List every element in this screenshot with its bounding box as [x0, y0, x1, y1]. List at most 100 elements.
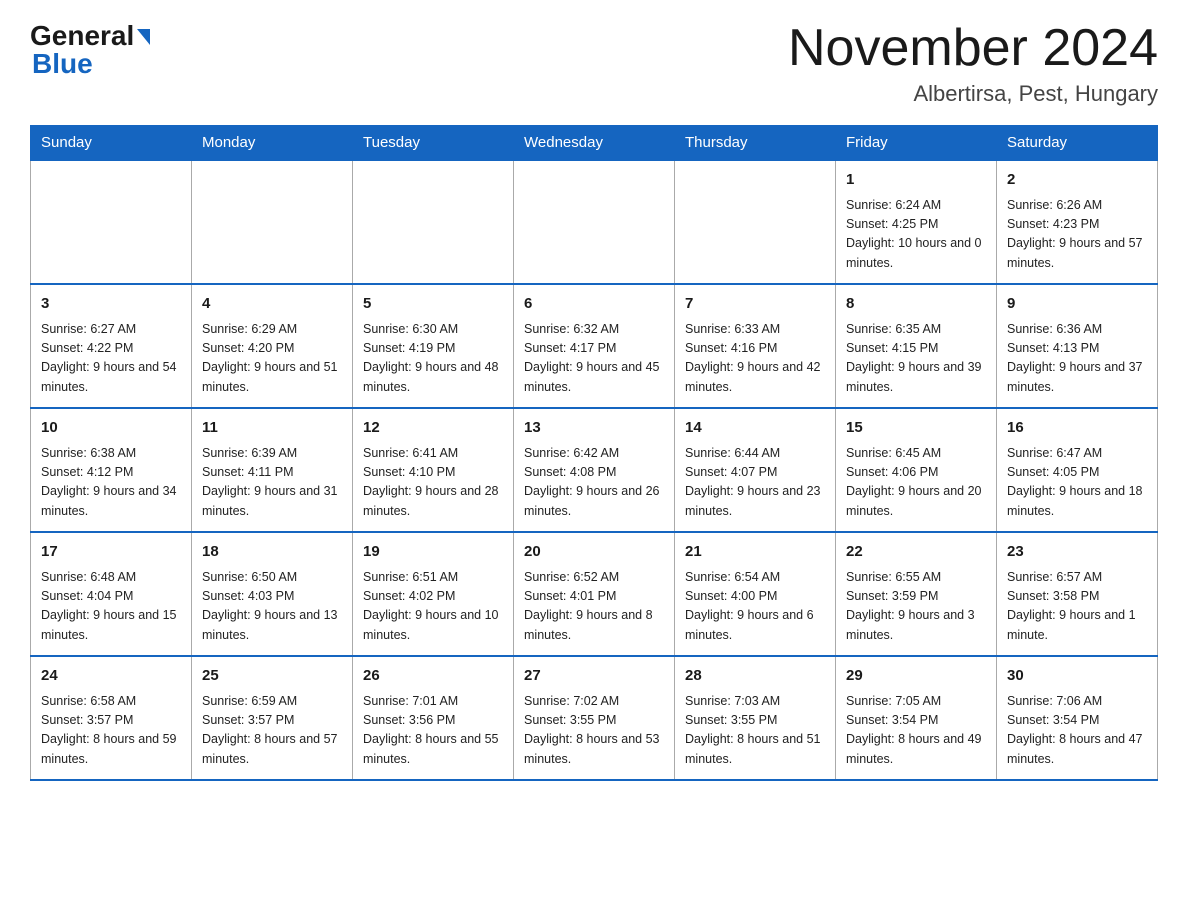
col-tuesday: Tuesday	[353, 126, 514, 161]
logo-blue-text: Blue	[30, 48, 93, 80]
day-number: 17	[41, 541, 181, 564]
calendar-cell: 14Sunrise: 6:44 AMSunset: 4:07 PMDayligh…	[675, 408, 836, 532]
col-saturday: Saturday	[997, 126, 1158, 161]
day-info: Sunrise: 6:42 AMSunset: 4:08 PMDaylight:…	[524, 444, 664, 522]
month-title: November 2024	[788, 20, 1158, 77]
calendar-cell: 29 Sunrise: 7:05 AMSunset: 3:54 PMDayligh…	[836, 656, 997, 780]
calendar-cell: 21 Sunrise: 6:54 AMSunset: 4:00 PMDayligh…	[675, 532, 836, 656]
day-info: Sunrise: 6:29 AMSunset: 4:20 PMDaylight:…	[202, 320, 342, 398]
calendar-cell	[192, 160, 353, 284]
day-info: Sunrise: 6:41 AMSunset: 4:10 PMDaylight:…	[363, 444, 503, 522]
col-thursday: Thursday	[675, 126, 836, 161]
day-info: Sunrise: 6:58 AMSunset: 3:57 PMDaylight:…	[41, 692, 181, 770]
day-number: 3	[41, 293, 181, 316]
day-info: Sunrise: 6:48 AMSunset: 4:04 PMDaylight:…	[41, 568, 181, 646]
col-friday: Friday	[836, 126, 997, 161]
col-sunday: Sunday	[31, 126, 192, 161]
day-number: 10	[41, 417, 181, 440]
day-number: 9	[1007, 293, 1147, 316]
day-info: Sunrise: 6:47 AMSunset: 4:05 PMDaylight:…	[1007, 444, 1147, 522]
day-number: 8	[846, 293, 986, 316]
day-info: Sunrise: 6:51 AMSunset: 4:02 PMDaylight:…	[363, 568, 503, 646]
day-info: Sunrise: 7:01 AMSunset: 3:56 PMDaylight:…	[363, 692, 503, 770]
calendar-cell: 20 Sunrise: 6:52 AMSunset: 4:01 PMDayligh…	[514, 532, 675, 656]
logo-arrow-icon	[137, 29, 150, 45]
day-number: 24	[41, 665, 181, 688]
day-info: Sunrise: 6:55 AMSunset: 3:59 PMDaylight:…	[846, 568, 986, 646]
calendar-cell: 4 Sunrise: 6:29 AMSunset: 4:20 PMDaylight…	[192, 284, 353, 408]
calendar-cell: 27Sunrise: 7:02 AMSunset: 3:55 PMDayligh…	[514, 656, 675, 780]
calendar-cell: 8Sunrise: 6:35 AMSunset: 4:15 PMDaylight…	[836, 284, 997, 408]
calendar-cell	[514, 160, 675, 284]
day-info: Sunrise: 7:02 AMSunset: 3:55 PMDaylight:…	[524, 692, 664, 770]
day-number: 29	[846, 665, 986, 688]
calendar-cell: 5Sunrise: 6:30 AMSunset: 4:19 PMDaylight…	[353, 284, 514, 408]
day-info: Sunrise: 6:33 AMSunset: 4:16 PMDaylight:…	[685, 320, 825, 398]
calendar-cell: 23 Sunrise: 6:57 AMSunset: 3:58 PMDayligh…	[997, 532, 1158, 656]
calendar-table: Sunday Monday Tuesday Wednesday Thursday…	[30, 125, 1158, 781]
day-info: Sunrise: 7:05 AMSunset: 3:54 PMDaylight:…	[846, 692, 986, 770]
day-number: 1	[846, 169, 986, 192]
day-number: 21	[685, 541, 825, 564]
day-info: Sunrise: 6:57 AMSunset: 3:58 PMDaylight:…	[1007, 568, 1147, 646]
calendar-week-4: 17 Sunrise: 6:48 AMSunset: 4:04 PMDayligh…	[31, 532, 1158, 656]
day-info: Sunrise: 6:45 AMSunset: 4:06 PMDaylight:…	[846, 444, 986, 522]
day-info: Sunrise: 6:54 AMSunset: 4:00 PMDaylight:…	[685, 568, 825, 646]
day-info: Sunrise: 6:26 AMSunset: 4:23 PMDaylight:…	[1007, 196, 1147, 274]
calendar-week-2: 3 Sunrise: 6:27 AMSunset: 4:22 PMDaylight…	[31, 284, 1158, 408]
day-info: Sunrise: 6:44 AMSunset: 4:07 PMDaylight:…	[685, 444, 825, 522]
day-info: Sunrise: 6:52 AMSunset: 4:01 PMDaylight:…	[524, 568, 664, 646]
calendar-cell: 26 Sunrise: 7:01 AMSunset: 3:56 PMDayligh…	[353, 656, 514, 780]
calendar-week-1: 1 Sunrise: 6:24 AMSunset: 4:25 PMDaylight…	[31, 160, 1158, 284]
calendar-cell: 9Sunrise: 6:36 AMSunset: 4:13 PMDaylight…	[997, 284, 1158, 408]
calendar-cell: 1 Sunrise: 6:24 AMSunset: 4:25 PMDaylight…	[836, 160, 997, 284]
day-number: 20	[524, 541, 664, 564]
day-number: 2	[1007, 169, 1147, 192]
day-number: 25	[202, 665, 342, 688]
day-info: Sunrise: 6:50 AMSunset: 4:03 PMDaylight:…	[202, 568, 342, 646]
day-number: 11	[202, 417, 342, 440]
day-info: Sunrise: 7:03 AMSunset: 3:55 PMDaylight:…	[685, 692, 825, 770]
col-monday: Monday	[192, 126, 353, 161]
day-number: 30	[1007, 665, 1147, 688]
day-info: Sunrise: 6:59 AMSunset: 3:57 PMDaylight:…	[202, 692, 342, 770]
day-number: 16	[1007, 417, 1147, 440]
day-number: 23	[1007, 541, 1147, 564]
day-info: Sunrise: 6:32 AMSunset: 4:17 PMDaylight:…	[524, 320, 664, 398]
day-info: Sunrise: 6:27 AMSunset: 4:22 PMDaylight:…	[41, 320, 181, 398]
calendar-header-row: Sunday Monday Tuesday Wednesday Thursday…	[31, 126, 1158, 161]
calendar-cell: 12 Sunrise: 6:41 AMSunset: 4:10 PMDayligh…	[353, 408, 514, 532]
calendar-cell: 25 Sunrise: 6:59 AMSunset: 3:57 PMDayligh…	[192, 656, 353, 780]
calendar-cell: 7Sunrise: 6:33 AMSunset: 4:16 PMDaylight…	[675, 284, 836, 408]
day-number: 5	[363, 293, 503, 316]
calendar-cell	[675, 160, 836, 284]
col-wednesday: Wednesday	[514, 126, 675, 161]
calendar-cell: 17 Sunrise: 6:48 AMSunset: 4:04 PMDayligh…	[31, 532, 192, 656]
day-number: 13	[524, 417, 664, 440]
calendar-cell: 3 Sunrise: 6:27 AMSunset: 4:22 PMDaylight…	[31, 284, 192, 408]
day-info: Sunrise: 7:06 AMSunset: 3:54 PMDaylight:…	[1007, 692, 1147, 770]
calendar-week-3: 10Sunrise: 6:38 AMSunset: 4:12 PMDayligh…	[31, 408, 1158, 532]
day-number: 19	[363, 541, 503, 564]
calendar-week-5: 24 Sunrise: 6:58 AMSunset: 3:57 PMDayligh…	[31, 656, 1158, 780]
calendar-cell: 13 Sunrise: 6:42 AMSunset: 4:08 PMDayligh…	[514, 408, 675, 532]
day-number: 22	[846, 541, 986, 564]
day-number: 6	[524, 293, 664, 316]
calendar-cell: 11Sunrise: 6:39 AMSunset: 4:11 PMDayligh…	[192, 408, 353, 532]
calendar-cell: 30 Sunrise: 7:06 AMSunset: 3:54 PMDayligh…	[997, 656, 1158, 780]
day-number: 26	[363, 665, 503, 688]
day-number: 15	[846, 417, 986, 440]
calendar-cell: 2 Sunrise: 6:26 AMSunset: 4:23 PMDaylight…	[997, 160, 1158, 284]
calendar-cell: 16 Sunrise: 6:47 AMSunset: 4:05 PMDayligh…	[997, 408, 1158, 532]
calendar-cell	[31, 160, 192, 284]
calendar-cell	[353, 160, 514, 284]
calendar-cell: 10Sunrise: 6:38 AMSunset: 4:12 PMDayligh…	[31, 408, 192, 532]
day-number: 4	[202, 293, 342, 316]
logo: General Blue	[30, 20, 150, 80]
calendar-cell: 28 Sunrise: 7:03 AMSunset: 3:55 PMDayligh…	[675, 656, 836, 780]
day-number: 28	[685, 665, 825, 688]
calendar-cell: 19 Sunrise: 6:51 AMSunset: 4:02 PMDayligh…	[353, 532, 514, 656]
day-info: Sunrise: 6:24 AMSunset: 4:25 PMDaylight:…	[846, 196, 986, 274]
day-number: 12	[363, 417, 503, 440]
location-title: Albertirsa, Pest, Hungary	[788, 81, 1158, 107]
